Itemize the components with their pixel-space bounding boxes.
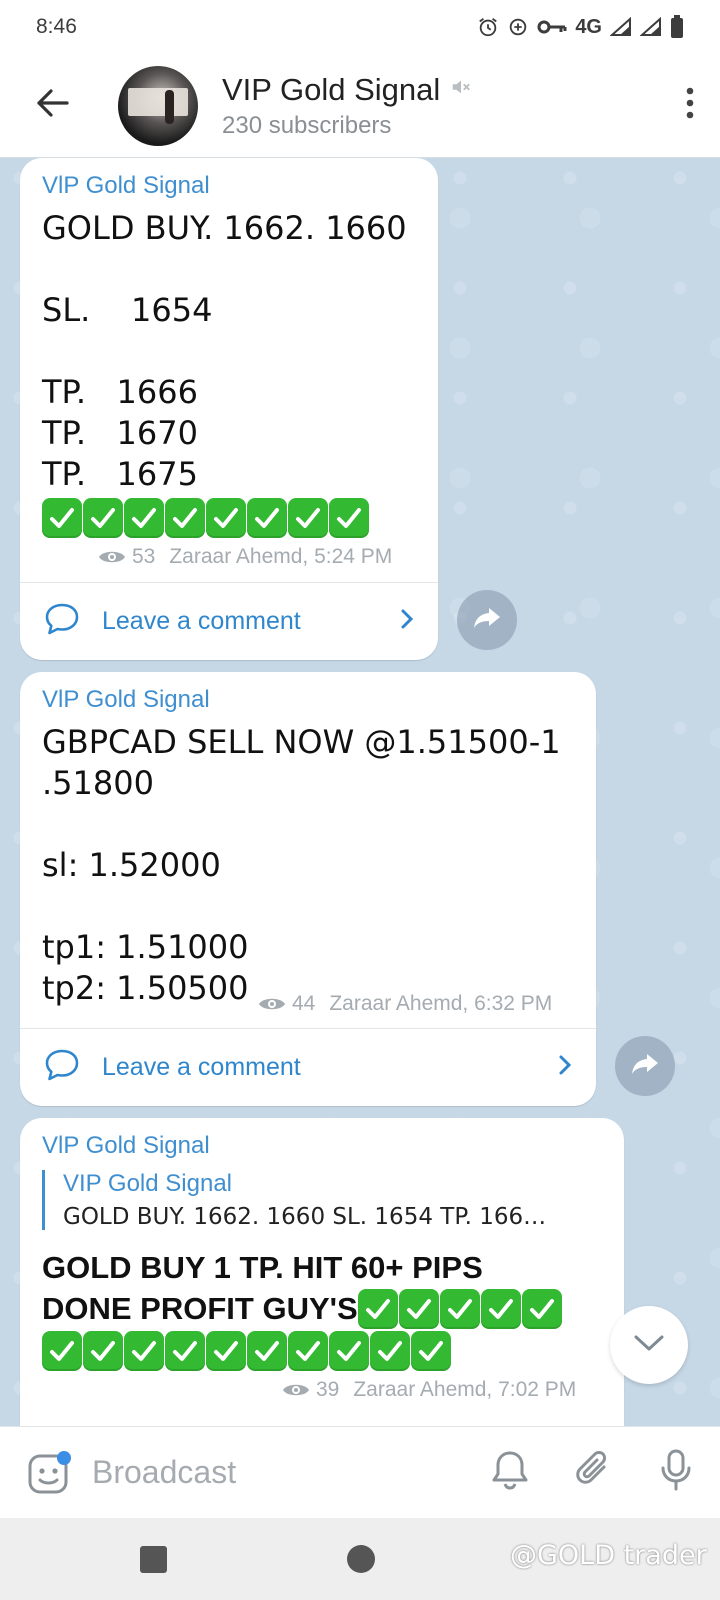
share-button[interactable] bbox=[457, 590, 517, 650]
bell-icon[interactable] bbox=[490, 1449, 530, 1496]
check-emoji-row bbox=[42, 497, 416, 539]
share-arrow-icon bbox=[631, 1053, 659, 1080]
check-mark-icon bbox=[411, 1331, 451, 1371]
message-bubble[interactable]: VlP Gold Signal GBPCAD SELL NOW @1.51500… bbox=[20, 672, 596, 1106]
check-mark-icon bbox=[329, 1331, 369, 1371]
message-meta: 53 Zaraar Ahemd, 5:24 PM bbox=[98, 545, 416, 569]
status-time: 8:46 bbox=[36, 15, 77, 38]
network-type: 4G bbox=[575, 15, 602, 38]
reply-author: VIP Gold Signal bbox=[63, 1170, 232, 1197]
check-mark-icon bbox=[357, 1289, 398, 1329]
comment-icon bbox=[44, 1048, 80, 1087]
check-mark-icon bbox=[329, 498, 369, 538]
view-count: 39 bbox=[316, 1378, 340, 1401]
chevron-right-icon bbox=[400, 608, 414, 635]
alarm-icon bbox=[477, 16, 499, 38]
message-text: GOLD BUY 1 TP. HIT 60+ PIPS DONE PROFIT … bbox=[42, 1248, 602, 1330]
reply-text: GOLD BUY. 1662. 1660 SL. 1654 TP. 166… bbox=[63, 1204, 547, 1230]
author-time: Zaraar Ahemd, 5:24 PM bbox=[169, 545, 393, 568]
check-mark-icon bbox=[521, 1289, 562, 1329]
check-mark-icon bbox=[288, 1331, 328, 1371]
check-mark-icon bbox=[480, 1289, 521, 1329]
message-text: GBPCAD SELL NOW @1.51500-1 .51800 sl: 1.… bbox=[42, 723, 561, 1007]
message-sender: VlP Gold Signal bbox=[42, 1132, 210, 1159]
check-mark-icon bbox=[124, 1331, 164, 1371]
microphone-icon[interactable] bbox=[658, 1448, 694, 1497]
eye-icon bbox=[98, 548, 126, 566]
message-text: GOLD BUY. 1662. 1660 SL. 1654 TP. 1666 T… bbox=[42, 209, 407, 493]
author-time: Zaraar Ahemd, 7:02 PM bbox=[353, 1378, 577, 1401]
comment-icon bbox=[44, 602, 80, 641]
signal-icon-2 bbox=[640, 17, 662, 37]
check-mark-icon bbox=[165, 1331, 205, 1371]
eye-icon bbox=[258, 995, 286, 1013]
author-time: Zaraar Ahemd, 6:32 PM bbox=[329, 992, 553, 1015]
chat-header: VIP Gold Signal 230 subscribers bbox=[0, 54, 720, 158]
message-meta: 39 Zaraar Ahemd, 7:02 PM bbox=[282, 1378, 602, 1402]
comment-label: Leave a comment bbox=[102, 607, 301, 635]
leave-comment-button[interactable]: Leave a comment bbox=[20, 1028, 596, 1106]
check-mark-icon bbox=[206, 1331, 246, 1371]
watermark-text: @GOLD trader bbox=[510, 1540, 707, 1571]
scroll-down-button[interactable] bbox=[610, 1306, 688, 1384]
message-list[interactable]: VlP Gold Signal GOLD BUY. 1662. 1660 SL.… bbox=[0, 158, 720, 1426]
attach-icon[interactable] bbox=[574, 1449, 614, 1496]
vpn-key-icon bbox=[537, 18, 567, 36]
check-mark-icon bbox=[124, 498, 164, 538]
chevron-right-icon bbox=[558, 1054, 572, 1081]
channel-avatar[interactable] bbox=[118, 65, 198, 146]
view-count: 53 bbox=[132, 545, 156, 568]
check-mark-icon bbox=[247, 1331, 287, 1371]
back-button[interactable] bbox=[0, 54, 104, 158]
home-button[interactable] bbox=[347, 1545, 375, 1573]
broadcast-bar: Broadcast bbox=[0, 1426, 720, 1518]
more-menu-button[interactable] bbox=[660, 54, 720, 158]
subscriber-count: 230 subscribers bbox=[222, 111, 392, 139]
message-line: DONE PROFIT GUY'S bbox=[42, 1291, 358, 1326]
more-vertical-icon bbox=[686, 87, 694, 124]
check-mark-icon bbox=[247, 498, 287, 538]
muted-icon bbox=[450, 76, 472, 103]
message-sender: VlP Gold Signal bbox=[42, 686, 210, 713]
check-mark-icon bbox=[398, 1289, 439, 1329]
status-icons: 4G bbox=[477, 15, 684, 39]
check-mark-icon bbox=[206, 498, 246, 538]
view-count: 44 bbox=[292, 992, 316, 1015]
message-bubble[interactable]: VlP Gold Signal GOLD BUY. 1662. 1660 SL.… bbox=[20, 158, 438, 660]
signal-icon bbox=[610, 17, 632, 37]
sticker-icon[interactable] bbox=[26, 1450, 72, 1496]
check-mark-icon bbox=[288, 498, 328, 538]
arrow-left-icon bbox=[35, 88, 69, 123]
check-mark-icon bbox=[42, 498, 82, 538]
comment-label: Leave a comment bbox=[102, 1053, 301, 1081]
broadcast-input[interactable]: Broadcast bbox=[92, 1454, 236, 1491]
eye-icon bbox=[282, 1381, 310, 1399]
reply-preview[interactable]: VIP Gold Signal GOLD BUY. 1662. 1660 SL.… bbox=[42, 1170, 602, 1230]
recents-button[interactable] bbox=[140, 1546, 167, 1573]
share-button[interactable] bbox=[615, 1036, 675, 1096]
message-line: GOLD BUY 1 TP. HIT 60+ PIPS bbox=[42, 1250, 483, 1285]
check-mark-icon bbox=[165, 498, 205, 538]
check-mark-icon bbox=[83, 498, 123, 538]
check-emoji-inline bbox=[357, 1288, 562, 1330]
data-saver-icon bbox=[507, 16, 529, 38]
check-mark-icon bbox=[439, 1289, 480, 1329]
message-meta: 44 Zaraar Ahemd, 6:32 PM bbox=[258, 992, 552, 1016]
share-arrow-icon bbox=[473, 607, 501, 634]
check-mark-icon bbox=[42, 1331, 82, 1371]
status-bar: 8:46 4G bbox=[0, 0, 720, 54]
message-bubble[interactable]: VlP Gold Signal VIP Gold Signal GOLD BUY… bbox=[20, 1118, 624, 1426]
check-mark-icon bbox=[370, 1331, 410, 1371]
leave-comment-button[interactable]: Leave a comment bbox=[20, 582, 438, 660]
check-mark-icon bbox=[83, 1331, 123, 1371]
battery-icon bbox=[670, 15, 684, 39]
message-sender: VlP Gold Signal bbox=[42, 172, 210, 199]
chevron-down-icon bbox=[633, 1334, 665, 1357]
system-nav-bar: @GOLD trader bbox=[0, 1518, 720, 1600]
channel-info[interactable]: VIP Gold Signal 230 subscribers bbox=[222, 72, 472, 140]
check-emoji-row bbox=[42, 1330, 602, 1372]
channel-title: VIP Gold Signal bbox=[222, 71, 441, 107]
